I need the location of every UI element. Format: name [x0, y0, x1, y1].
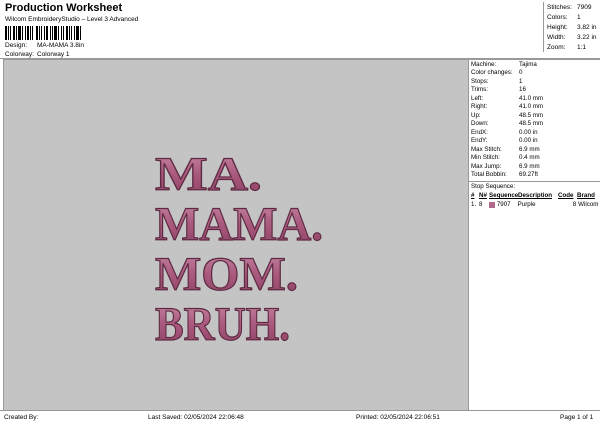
machine-info: Machine: Tajima Color changes: 0 Stops: 1 Trim… — [469, 60, 600, 179]
machine-info-row: Min Stitch: 0.4 mm — [471, 154, 540, 162]
color-swatch — [488, 201, 495, 208]
machine-info-row: EndX: 0.00 in — [471, 128, 538, 136]
design-line-2: MAMA. — [155, 198, 323, 251]
last-saved: Last Saved: 02/05/2024 22:06:48 — [148, 414, 244, 421]
design-line-3: MOM. — [155, 248, 298, 301]
design-value: MA-MAMA 3.8in — [37, 42, 84, 49]
machine-info-row: Machine: Tajima — [471, 60, 537, 68]
stat-height: Height: 3.82 in — [547, 23, 597, 31]
stat-zoom: Zoom: 1:1 — [547, 43, 587, 51]
software-name: Wilcom EmbroideryStudio – Level 3 Advanc… — [5, 16, 139, 23]
stop-sequence-title: Stop Sequence: — [471, 183, 516, 190]
colorway-value: Colorway 1 — [37, 51, 70, 58]
page-title: Production Worksheet — [5, 2, 123, 14]
machine-info-row: EndY: 0.00 in — [471, 137, 538, 145]
machine-info-row: Max Stitch: 6.9 mm — [471, 145, 540, 153]
embroidery-design: MA. MAMA. MOM. BRUH. — [154, 147, 323, 351]
colorway-label: Colorway: — [5, 51, 34, 58]
stop-sequence-header: # N# Sequence Description Code Brand — [471, 192, 595, 199]
stat-stitches: Stitches: 7909 — [547, 3, 592, 11]
printed-date: Printed: 02/05/2024 22:06:51 — [356, 414, 440, 421]
machine-info-row: Right: 41.0 mm — [471, 103, 544, 111]
page-number: Page 1 of 1 — [560, 414, 594, 421]
stats-panel: Stitches: 7909 Colors: 1 Height: 3.82 in Wi… — [543, 2, 600, 52]
machine-info-row: Color changes: 0 — [471, 69, 523, 77]
design-line-4: BRUH. — [155, 298, 290, 351]
machine-info-row: Max Jump: 6.9 mm — [471, 162, 540, 170]
stop-sequence-row: 1. 8 7907 Purple 8 Wilcom — [471, 201, 599, 208]
machine-info-row: Total Bobbin: 69.27ft — [471, 171, 538, 179]
stat-colors: Colors: 1 — [547, 13, 581, 21]
info-panel: Machine: Tajima Color changes: 0 Stops: 1 Trim… — [468, 59, 600, 410]
machine-info-row: Stops: 1 — [471, 77, 523, 85]
colorway-row: Colorway: Colorway 1 — [5, 51, 70, 58]
machine-info-row: Up: 48.5 mm — [471, 111, 544, 119]
machine-info-row: Down: 48.5 mm — [471, 120, 544, 128]
design-preview: MA. MAMA. MOM. BRUH. — [3, 59, 469, 411]
design-line-1: MA. — [155, 148, 262, 201]
design-label: Design: — [5, 42, 28, 49]
design-row: Design: MA-MAMA 3.8in — [5, 42, 84, 49]
machine-info-row: Left: 41.0 mm — [471, 94, 544, 102]
barcode — [5, 26, 106, 40]
stat-width: Width: 3.22 in — [547, 33, 597, 41]
created-by: Created By: — [4, 414, 39, 421]
footer: Created By: Last Saved: 02/05/2024 22:06… — [0, 410, 600, 425]
machine-info-row: Trims: 16 — [471, 86, 526, 94]
